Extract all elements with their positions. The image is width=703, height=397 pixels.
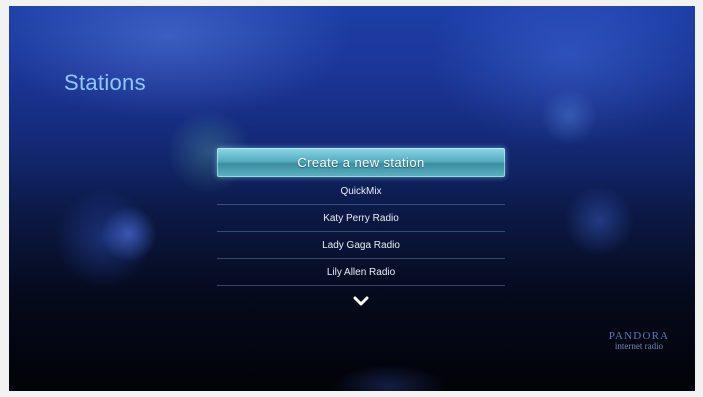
- station-item-lady-gaga-radio[interactable]: Lady Gaga Radio: [217, 232, 505, 259]
- pandora-logo: PANDORA internet radio: [594, 330, 684, 351]
- station-list: Create a new station QuickMix Katy Perry…: [217, 148, 505, 286]
- create-station-button[interactable]: Create a new station: [217, 148, 505, 177]
- station-item-katy-perry-radio[interactable]: Katy Perry Radio: [217, 205, 505, 232]
- app-screen: Stations Create a new station QuickMix K…: [9, 6, 695, 391]
- chevron-down-icon[interactable]: [352, 294, 370, 308]
- station-item-lily-allen-radio[interactable]: Lily Allen Radio: [217, 259, 505, 286]
- page-title: Stations: [64, 70, 146, 95]
- pandora-logo-tagline: internet radio: [614, 341, 664, 351]
- station-item-quickmix[interactable]: QuickMix: [217, 178, 505, 205]
